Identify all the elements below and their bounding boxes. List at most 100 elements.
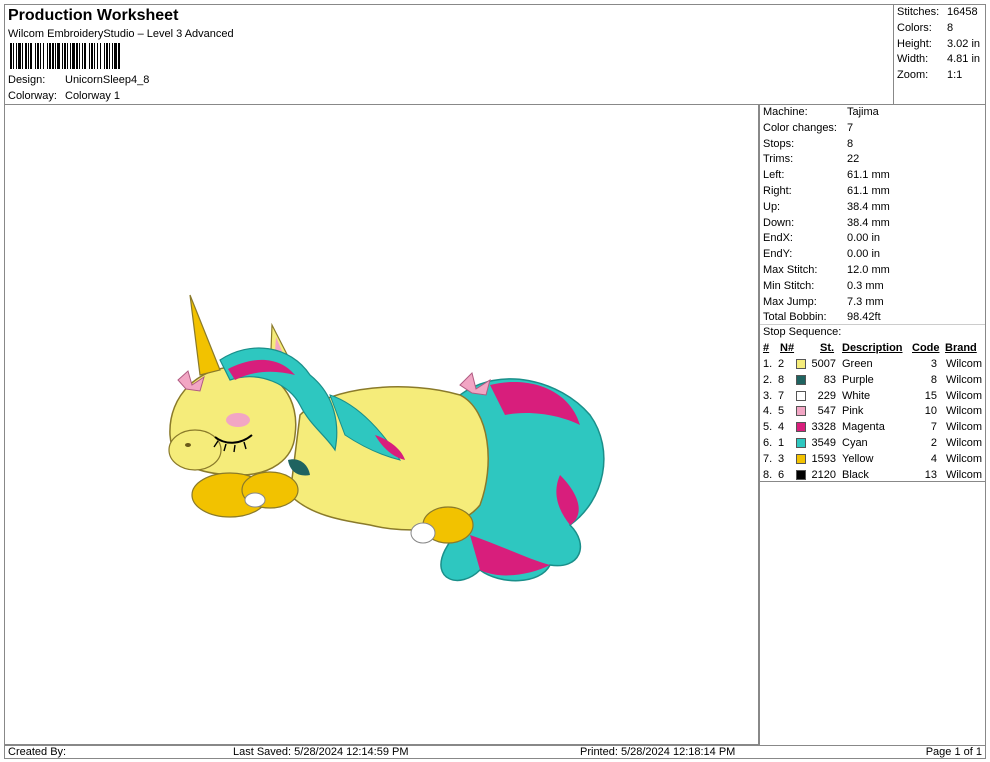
row-code: 10 [924, 405, 937, 418]
row-needle: 5 [778, 405, 785, 418]
spec-row: Stops: 8 [763, 138, 853, 150]
spec-row: Max Stitch: 12.0 mm [763, 264, 890, 276]
row-code: 4 [930, 452, 937, 465]
row-index: 7. [763, 452, 773, 465]
row-code: 2 [930, 437, 937, 449]
spec-value: 61.1 mm [847, 169, 890, 182]
row-brand: Wilcom [945, 373, 982, 386]
row-needle: 8 [778, 373, 785, 386]
row-needle: 2 [778, 358, 785, 370]
row-description: White [842, 389, 871, 402]
spec-value: 38.4 mm [847, 216, 890, 229]
spec-row: Left: 61.1 mm [763, 169, 890, 181]
spec-row: Right: 61.1 mm [763, 185, 890, 197]
row-index: 6. [763, 437, 773, 449]
spec-label: Machine: [763, 106, 808, 118]
row-brand: Wilcom [945, 358, 982, 370]
page-number: Page 1 of 1 [925, 746, 982, 758]
printed-date: Printed: 5/28/2024 12:18:14 PM [580, 746, 736, 758]
row-code: 3 [930, 358, 937, 370]
spec-value: Tajima [847, 106, 879, 118]
summary-height: Height: 3.02 in [897, 38, 980, 50]
spec-row: EndY: 0.00 in [763, 248, 880, 260]
spec-label: Up: [763, 200, 781, 213]
row-index: 4. [763, 405, 773, 418]
row-stitches: 3328 [811, 421, 836, 434]
row-description: Purple [842, 373, 874, 386]
software-subtitle: Wilcom EmbroideryStudio – Level 3 Advanc… [8, 28, 234, 40]
row-needle: 6 [778, 468, 785, 481]
spec-row: Max Jump: 7.3 mm [763, 296, 884, 308]
spec-value: 38.4 mm [847, 200, 890, 213]
row-needle: 7 [778, 389, 785, 402]
row-index: 1. [763, 358, 773, 370]
spec-label: Right: [763, 185, 792, 197]
spec-value: 12.0 mm [847, 264, 890, 276]
row-stitches: 1593 [811, 452, 836, 465]
row-brand: Wilcom [945, 405, 982, 418]
color-swatch [796, 359, 806, 369]
row-needle: 3 [778, 452, 785, 465]
color-swatch [796, 453, 806, 464]
row-stitches: 229 [817, 389, 836, 402]
last-saved: Last Saved: 5/28/2024 12:14:59 PM [233, 746, 409, 758]
col-header-code: Code [912, 342, 940, 354]
design-row: Design: UnicornSleep4_8 [8, 74, 149, 86]
row-stitches: 547 [817, 405, 836, 418]
summary-zoom: Zoom: 1:1 [897, 69, 962, 81]
row-description: Magenta [842, 421, 885, 434]
row-brand: Wilcom [945, 468, 982, 481]
spec-label: Down: [763, 216, 795, 229]
width-label: Width: [897, 53, 929, 65]
spec-label: Max Stitch: [763, 264, 818, 276]
row-code: 7 [930, 421, 937, 434]
row-index: 5. [763, 421, 773, 434]
spec-value: 8 [847, 137, 854, 150]
spec-label: Trims: [763, 153, 794, 166]
spec-value: 0.00 in [847, 248, 881, 261]
spec-label: Min Stitch: [763, 279, 815, 292]
spec-value: 61.1 mm [847, 185, 890, 197]
width-value: 4.81 in [947, 53, 981, 65]
col-header-description: Description [842, 342, 903, 354]
col-header-brand: Brand [945, 342, 977, 354]
row-code: 13 [924, 468, 937, 481]
row-stitches: 83 [823, 373, 836, 386]
design-value: UnicornSleep4_8 [65, 74, 150, 86]
spec-value: 0.00 in [847, 232, 881, 245]
row-index: 3. [763, 389, 773, 402]
design-canvas[interactable] [4, 105, 759, 745]
row-stitches: 2120 [811, 468, 836, 481]
spec-label: Max Jump: [763, 295, 817, 308]
unicorn-design-preview [168, 294, 605, 582]
spec-row: Down: 38.4 mm [763, 217, 890, 229]
worksheet-footer: Created By: Last Saved: 5/28/2024 12:14:… [4, 745, 986, 759]
spec-value: 0.3 mm [847, 279, 884, 292]
color-swatch [796, 390, 806, 401]
color-swatch [796, 438, 806, 448]
row-description: Green [842, 358, 873, 370]
stitches-value: 16458 [947, 6, 978, 18]
spec-label: Left: [763, 169, 785, 182]
col-header-needle: N# [780, 342, 795, 354]
spec-row: Total Bobbin: 98.42ft [763, 311, 881, 323]
row-brand: Wilcom [945, 437, 982, 449]
page-title: Production Worksheet [8, 7, 179, 24]
colorway-label: Colorway: [8, 90, 57, 102]
row-brand: Wilcom [945, 389, 982, 402]
zoom-label: Zoom: [897, 69, 929, 81]
info-panel: Machine: Tajima Color changes: 7 Stops: 8 Trim… [759, 105, 986, 482]
created-by: Created By: [8, 746, 67, 758]
row-index: 8. [763, 468, 773, 481]
spec-value: 7 [847, 121, 854, 134]
spec-row: Trims: 22 [763, 153, 859, 165]
spec-value: 7.3 mm [847, 295, 884, 308]
spec-label: Stops: [763, 137, 795, 150]
row-description: Yellow [842, 452, 874, 465]
row-stitches: 3549 [811, 437, 836, 449]
stop-sequence-title: Stop Sequence: [763, 326, 842, 338]
col-header-stitches: St. [820, 342, 835, 354]
spec-row: EndX: 0.00 in [763, 232, 880, 244]
spec-value: 22 [847, 153, 860, 166]
spec-label: Color changes: [763, 121, 837, 134]
